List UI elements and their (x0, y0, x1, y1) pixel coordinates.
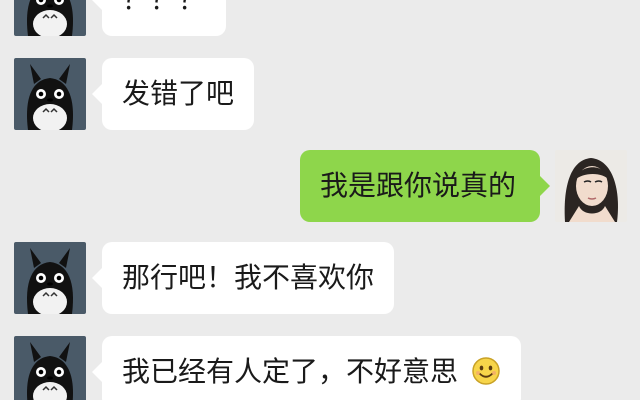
message-bubble-incoming[interactable]: 我已经有人定了，不好意思 (92, 336, 521, 400)
message-bubble-incoming[interactable]: ？？？ (91, 0, 227, 36)
totoro-avatar-icon (14, 336, 86, 400)
message-bubble-incoming[interactable]: 发错了吧 (91, 58, 255, 130)
message-bubble-outgoing[interactable]: 我是跟你说真的 (300, 150, 550, 222)
message-bubble-incoming[interactable]: 那行吧！我不喜欢你 (91, 242, 395, 314)
totoro-avatar-icon (14, 58, 86, 130)
message-text: 我已经有人定了，不好意思 (122, 355, 459, 388)
contact-avatar[interactable] (14, 58, 86, 130)
contact-avatar[interactable] (14, 242, 86, 314)
contact-avatar[interactable] (14, 0, 86, 36)
contact-avatar[interactable] (14, 336, 86, 400)
smile-emoji-icon (472, 357, 500, 385)
message-text: 我是跟你说真的 (320, 169, 517, 202)
chat-window: ？？？ 发错了吧 我是跟你说真的 (0, 0, 640, 400)
totoro-avatar-icon (14, 242, 86, 314)
message-text: 发错了吧 (122, 77, 235, 110)
my-avatar[interactable] (555, 150, 627, 222)
message-text: 那行吧！我不喜欢你 (122, 261, 375, 294)
user-photo-avatar-icon (555, 150, 627, 222)
message-text: ？？？ (122, 0, 206, 16)
totoro-avatar-icon (14, 0, 86, 36)
